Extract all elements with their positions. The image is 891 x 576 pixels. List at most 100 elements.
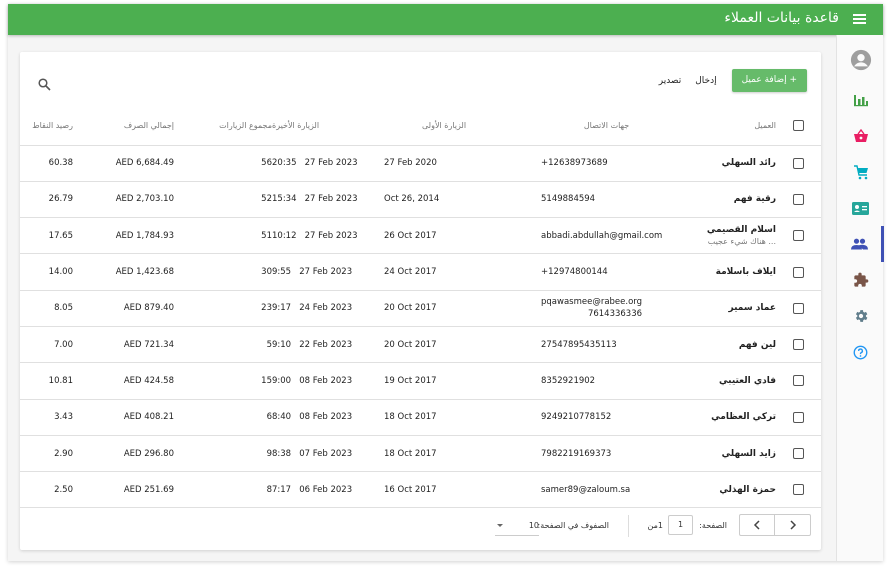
contact-cell: +12974800144: [537, 253, 672, 291]
table-row[interactable]: زايد السهلي 7982219169373 18 Oct 2017 8:38 …: [20, 435, 821, 473]
search-button[interactable]: [38, 76, 51, 95]
customer-name: حمزة الهذلي: [719, 484, 776, 495]
column-header-last-visit[interactable]: الزيارة الأخيرة: [272, 107, 372, 146]
row-select-cell: [776, 326, 821, 364]
last-visit-date: 07 Feb 2023: [299, 448, 353, 459]
first-visit-date: 20 Oct 2017: [384, 303, 437, 314]
first-visit-cell: 26 Oct 2017: [372, 217, 537, 255]
customer-cell: رقية فهم: [672, 181, 776, 219]
add-customer-button[interactable]: + إضافة عميل: [731, 69, 807, 92]
contact-cell: 8352921902: [537, 362, 672, 400]
column-header-first-visit[interactable]: الزيارة الأولى: [372, 107, 537, 146]
row-checkbox[interactable]: [793, 448, 804, 460]
row-checkbox[interactable]: [793, 484, 804, 496]
contact-cell: 9249210778152: [537, 399, 672, 436]
row-checkbox[interactable]: [793, 230, 804, 242]
export-button[interactable]: تصدير: [659, 76, 682, 86]
points-balance: 60.38: [48, 158, 73, 169]
table-row[interactable]: ايلاف باسلامة +12974800144 24 Oct 2017 9:55…: [20, 253, 821, 291]
row-select-cell: [776, 181, 821, 219]
points-balance: 10.81: [48, 375, 73, 386]
import-button[interactable]: إدخال: [695, 76, 716, 86]
next-page-button[interactable]: [775, 515, 810, 535]
account-circle-icon: [850, 49, 871, 71]
customer-name: لين فهم: [738, 339, 776, 350]
total-spend: AED 296.80: [123, 448, 174, 459]
bar-chart-icon: [853, 95, 868, 107]
total-visits: 15: [261, 375, 272, 386]
table-row[interactable]: فادي العتيبي 8352921902 19 Oct 2017 9:00 08…: [20, 362, 821, 400]
extension-icon: [853, 272, 868, 287]
total-visits: 56: [261, 158, 272, 169]
table-row[interactable]: لين فهم 27547895435113 20 Oct 2017 9:10 22 …: [20, 326, 821, 364]
select-all-cell: [776, 107, 821, 146]
sidebar-item-orders[interactable]: [837, 154, 884, 190]
rows-per-page-select[interactable]: 10: [495, 516, 539, 536]
row-checkbox[interactable]: [793, 157, 804, 169]
last-visit-cell: 20:35 27 Feb 2023: [272, 145, 372, 182]
column-header-customer[interactable]: العميل: [672, 107, 776, 146]
table-row[interactable]: عماد سمير pqawasmee@rabee.org 7614336336 20…: [20, 290, 821, 327]
total-spend: AED 408.21: [123, 412, 174, 423]
total-visits-cell: 15: [174, 362, 272, 400]
total-spend: AED 2,703.10: [115, 194, 174, 205]
sidebar-item-reports[interactable]: [837, 82, 884, 118]
row-checkbox[interactable]: [793, 339, 804, 351]
column-header-total-spend[interactable]: إجمالي الصرف: [73, 107, 174, 146]
row-select-cell: [776, 399, 821, 436]
total-visits-cell: 6: [174, 399, 272, 436]
row-checkbox[interactable]: [793, 193, 804, 205]
total-spend-cell: AED 6,684.49: [73, 145, 174, 182]
customer-cell: زايد السهلي: [672, 435, 776, 473]
points-balance: 14.00: [48, 267, 73, 278]
first-visit-cell: 24 Oct 2017: [372, 253, 537, 291]
customer-name: فادي العتيبي: [719, 375, 776, 386]
sidebar-item-help[interactable]: [837, 334, 884, 370]
points-balance: 26.79: [48, 194, 73, 205]
column-header-contact[interactable]: جهات الاتصال: [537, 107, 672, 146]
sidebar-item-employees[interactable]: [837, 190, 884, 226]
last-visit-time: 7:17: [272, 484, 292, 495]
table-row[interactable]: رائد السهلي +12638973689 27 Feb 2020 20:35 …: [20, 145, 821, 182]
select-all-checkbox[interactable]: [793, 120, 804, 132]
sidebar-item-sales[interactable]: [837, 118, 884, 154]
table-row[interactable]: تركي العظامي 9249210778152 18 Oct 2017 8:40…: [20, 399, 821, 436]
app-bar: قاعدة بيانات العملاء: [8, 4, 883, 35]
row-checkbox[interactable]: [793, 411, 804, 423]
customer-cell: ايلاف باسلامة: [672, 253, 776, 291]
table-row[interactable]: اسلام القصيمي... هناك شيء عجيب abbadi.abd…: [20, 217, 821, 255]
points-balance: 17.65: [48, 230, 73, 241]
row-select-cell: [776, 217, 821, 255]
last-visit-time: 9:55: [272, 267, 292, 278]
table-row[interactable]: رقية فهم 5149884594 Oct 26, 2014 15:34 27 F…: [20, 181, 821, 219]
sidebar-item-settings[interactable]: [837, 298, 884, 334]
customer-contact: samer89@zaloum.sa: [541, 484, 631, 495]
page-number-input[interactable]: 1: [668, 515, 693, 535]
column-header-points[interactable]: رصيد النقاط: [20, 107, 73, 146]
previous-page-button[interactable]: [740, 515, 775, 535]
sidebar-item-integrations[interactable]: [837, 262, 884, 298]
total-spend-cell: AED 879.40: [73, 290, 174, 327]
chevron-left-icon: [753, 520, 760, 530]
last-visit-date: 22 Feb 2023: [299, 339, 353, 350]
total-visits-cell: 51: [174, 217, 272, 255]
column-header-total-visits[interactable]: مجموع الزيارات: [174, 107, 272, 146]
customer-name: رقية فهم: [733, 194, 776, 205]
sidebar-item-customers[interactable]: [837, 226, 884, 262]
row-select-cell: [776, 290, 821, 327]
row-checkbox[interactable]: [793, 302, 804, 314]
first-visit-cell: 18 Oct 2017: [372, 435, 537, 473]
table-header-row: العميل جهات الاتصال الزيارة الأولى الزيا…: [20, 107, 821, 146]
first-visit-date: 16 Oct 2017: [384, 484, 437, 495]
row-checkbox[interactable]: [793, 375, 804, 387]
menu-icon[interactable]: [853, 14, 866, 24]
last-visit-time: 9:10: [272, 339, 292, 350]
row-checkbox[interactable]: [793, 266, 804, 278]
customer-contact: 7982219169373: [541, 448, 612, 459]
last-visit-time: 8:38: [272, 448, 292, 459]
total-visits: 23: [261, 303, 272, 314]
points-cell: 8.05: [20, 290, 73, 327]
customer-cell: لين فهم: [672, 326, 776, 364]
total-spend: AED 721.34: [123, 339, 174, 350]
sidebar-item-account[interactable]: [837, 41, 884, 79]
